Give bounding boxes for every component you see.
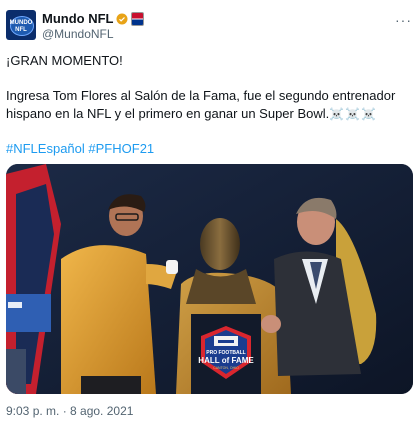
hashtags: #NFLEspañol #PFHOF21 [6, 140, 406, 158]
tweet-header: MUNDO NFL Mundo NFL @MundoNFL ··· [6, 10, 412, 44]
skull-emoji-icon: ☠️☠️☠️ [329, 107, 378, 121]
badge-line-2: HALL of FAME [198, 356, 254, 365]
affiliate-badge-icon[interactable] [131, 11, 145, 26]
more-options-icon[interactable]: ··· [395, 12, 412, 28]
tweet-media-image[interactable]: PRO FOOTBALL HALL of FAME CANTON, OHIO [6, 164, 413, 394]
hashtag-pfhof21[interactable]: #PFHOF21 [88, 141, 154, 156]
display-name[interactable]: Mundo NFL [42, 11, 113, 26]
tweet-text: ¡GRAN MOMENTO! Ingresa Tom Flores al Sal… [6, 52, 406, 158]
handle[interactable]: @MundoNFL [42, 27, 144, 42]
tweet-body: Ingresa Tom Flores al Salón de la Fama, … [6, 88, 396, 121]
hashtag-nflespanol[interactable]: #NFLEspañol [6, 141, 85, 156]
hall-of-fame-ceremony-photo: PRO FOOTBALL HALL of FAME CANTON, OHIO [6, 164, 413, 394]
tweet-headline: ¡GRAN MOMENTO! [6, 53, 123, 68]
tweet-timestamp[interactable]: 9:03 p. m. · 8 ago. 2021 [6, 404, 133, 418]
avatar[interactable]: MUNDO NFL [6, 10, 36, 40]
badge-line-3: CANTON, OHIO [213, 366, 239, 370]
verified-badge-icon [116, 13, 128, 24]
